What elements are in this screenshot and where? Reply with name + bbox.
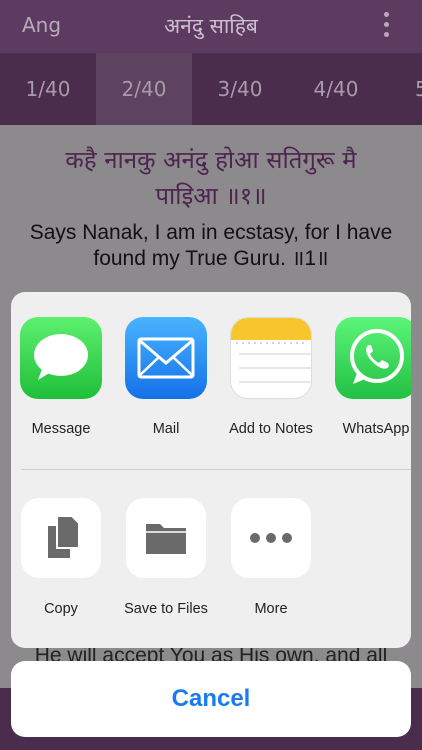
notes-icon [230,317,312,399]
folder-icon [126,498,206,578]
share-app-notes[interactable]: Add to Notes [221,317,321,437]
vertical-dots-icon[interactable] [384,12,392,42]
english-line-2: found my True Guru. ॥1॥ [93,247,329,270]
share-app-label: WhatsApp [342,421,410,437]
action-save-to-files[interactable]: Save to Files [116,498,216,617]
whatsapp-phone-icon [335,317,411,399]
page-tabs: 1/40 2/40 3/40 4/40 5 [0,53,422,125]
action-copy[interactable]: Copy [11,498,111,617]
copy-documents-icon [21,498,101,578]
english-line-1: Says Nanak, I am in ecstasy, for I have [29,221,393,244]
tab-page-1[interactable]: 1/40 [0,53,96,125]
gurmukhi-line-2: पाइिआ ॥१॥ [155,182,267,210]
english-translation: Says Nanak, I am in ecstasy, for I have … [14,220,408,272]
cancel-button[interactable]: Cancel [11,661,411,737]
share-app-whatsapp[interactable]: WhatsApp [326,317,411,437]
share-app-label: Mail [152,421,180,437]
share-app-mail[interactable]: Mail [116,317,216,437]
tab-page-4[interactable]: 4/40 [288,53,384,125]
action-more[interactable]: More [221,498,321,617]
share-app-label: Message [31,421,91,437]
action-label: More [254,601,288,617]
share-sheet: Message Mail Add to Notes WhatsApp Copy … [11,292,411,648]
tab-page-2[interactable]: 2/40 [96,53,192,125]
page-title: अनंदु साहिब [164,14,258,38]
top-bar: Ang अनंदु साहिब [0,0,422,53]
gurmukhi-line-1: कहै नानकु अनंदु होआ सतिगुरू मै [65,146,357,174]
share-actions-row: Copy Save to Files More [11,470,411,648]
share-app-label: Add to Notes [229,421,313,437]
share-apps-row: Message Mail Add to Notes WhatsApp [11,292,411,470]
more-dots-icon [231,498,311,578]
tab-page-3[interactable]: 3/40 [192,53,288,125]
action-label: Save to Files [124,601,208,617]
action-label: Copy [44,601,78,617]
gurmukhi-verse: कहै नानकु अनंदु होआ सतिगुरू मै पाइिआ ॥१॥ [30,142,392,214]
envelope-icon [125,317,207,399]
message-bubble-icon [20,317,102,399]
tab-page-5[interactable]: 5 [384,53,422,125]
share-app-message[interactable]: Message [11,317,111,437]
